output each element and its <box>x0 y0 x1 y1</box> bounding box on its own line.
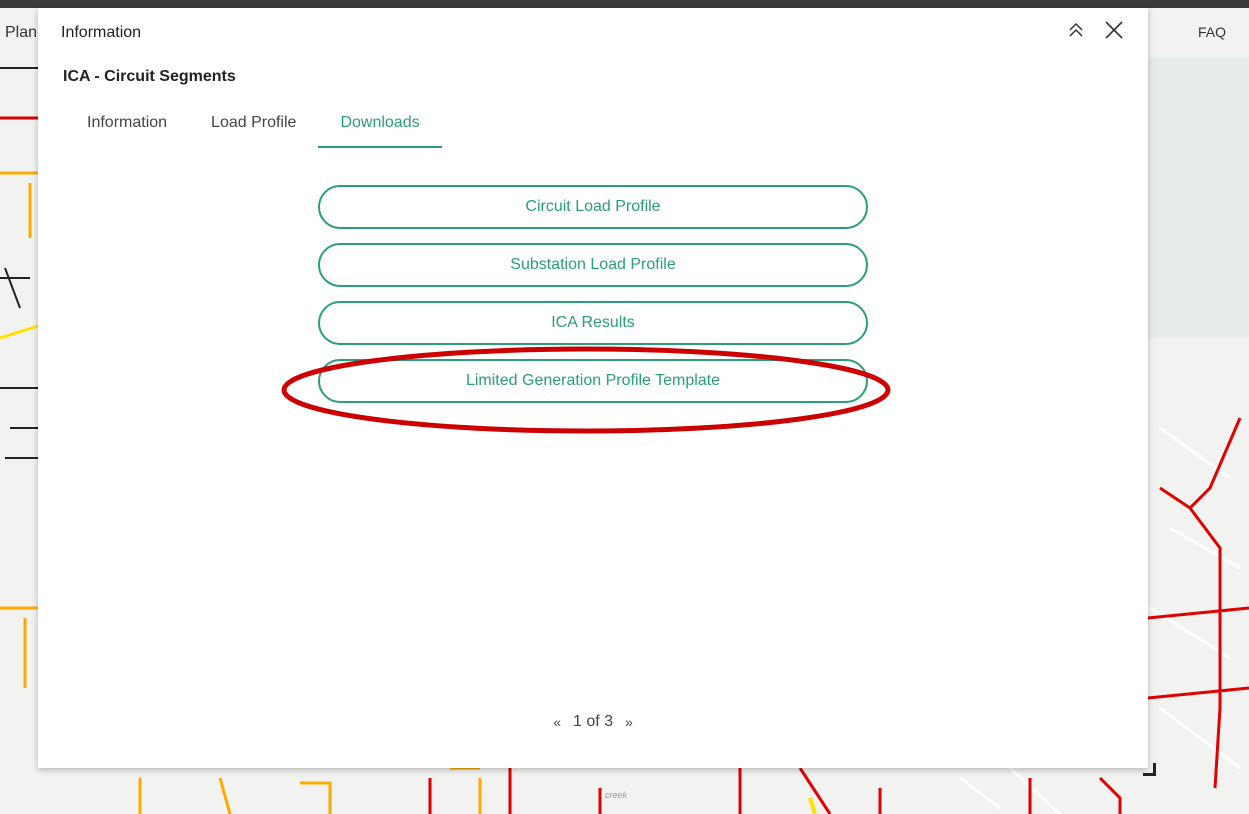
pager: « 1 of 3 » <box>38 713 1148 731</box>
tab-information[interactable]: Information <box>65 108 189 146</box>
pager-prev-button[interactable]: « <box>549 714 565 730</box>
circuit-load-profile-button[interactable]: Circuit Load Profile <box>318 185 868 229</box>
top-bar <box>0 0 1249 8</box>
substation-load-profile-button[interactable]: Substation Load Profile <box>318 243 868 287</box>
limited-generation-profile-template-button[interactable]: Limited Generation Profile Template <box>318 359 868 403</box>
tab-bar: Information Load Profile Downloads <box>65 108 442 148</box>
tab-downloads[interactable]: Downloads <box>318 108 442 148</box>
tab-load-profile[interactable]: Load Profile <box>189 108 318 146</box>
pager-next-button[interactable]: » <box>621 714 637 730</box>
pager-text: 1 of 3 <box>572 713 614 730</box>
ica-results-button[interactable]: ICA Results <box>318 301 868 345</box>
header-title: Planning <box>5 24 38 41</box>
map-label-creek: creek <box>605 790 628 800</box>
panel-controls <box>1064 18 1126 42</box>
resize-handle[interactable] <box>1143 763 1156 776</box>
double-chevron-up-icon[interactable] <box>1064 18 1088 42</box>
panel-title: Information <box>61 24 142 41</box>
downloads-list: Circuit Load Profile Substation Load Pro… <box>318 185 868 403</box>
information-panel: Information ICA - Circuit Segments Infor… <box>38 8 1156 776</box>
layer-title: ICA - Circuit Segments <box>63 68 236 85</box>
close-icon[interactable] <box>1102 18 1126 42</box>
faq-link[interactable]: FAQ <box>1198 24 1226 40</box>
